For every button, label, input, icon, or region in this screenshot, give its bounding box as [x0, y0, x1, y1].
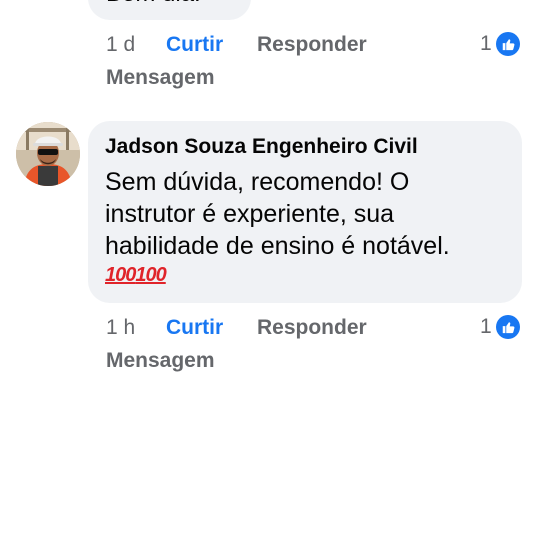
comment-text-line: habilidade de ensino é notável. [105, 232, 450, 260]
comment-text-line: Sem dúvida, recomendo! O [105, 168, 410, 196]
avatar[interactable] [16, 122, 80, 186]
comment-reactions[interactable]: 1 [480, 315, 520, 339]
comment-message-button[interactable]: Mensagem [106, 349, 215, 373]
comment-author[interactable]: Jadson Souza Engenheiro Civil [105, 135, 418, 159]
hundred-points-icon: 100100 [105, 264, 167, 286]
previous-comment-text: Bom dia. [106, 0, 201, 8]
previous-comment-reaction-count: 1 [480, 32, 492, 55]
thumbs-up-icon [495, 315, 520, 339]
comment-reply-button[interactable]: Responder [257, 316, 367, 340]
comment-bubble: Jadson Souza Engenheiro Civil Sem dúvida… [88, 121, 522, 303]
previous-comment-reply-button[interactable]: Responder [257, 33, 367, 57]
thumbs-up-icon [495, 32, 520, 56]
previous-comment-like-button[interactable]: Curtir [166, 33, 223, 57]
comment-time[interactable]: 1 h [106, 316, 135, 340]
previous-comment-message-button[interactable]: Mensagem [106, 66, 215, 90]
previous-comment-reactions[interactable]: 1 [480, 32, 520, 56]
previous-comment-time[interactable]: 1 d [106, 33, 135, 57]
comment-text-line: instrutor é experiente, sua [105, 200, 395, 228]
comment-like-button[interactable]: Curtir [166, 316, 223, 340]
previous-comment-bubble: Bom dia. [88, 0, 251, 20]
comment-reaction-count: 1 [480, 315, 492, 338]
